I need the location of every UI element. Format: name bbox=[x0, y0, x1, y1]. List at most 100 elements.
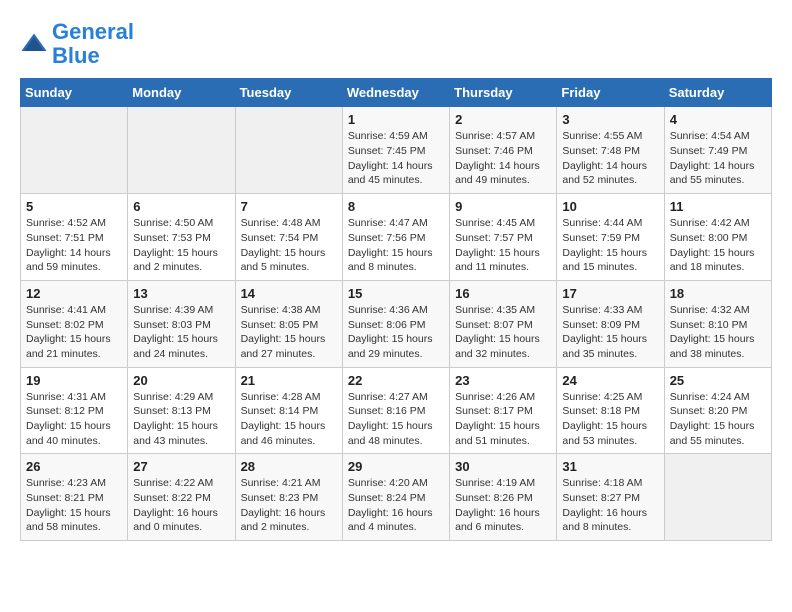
day-number: 16 bbox=[455, 286, 551, 301]
day-info: Sunrise: 4:27 AM Sunset: 8:16 PM Dayligh… bbox=[348, 390, 444, 449]
day-number: 19 bbox=[26, 373, 122, 388]
day-number: 10 bbox=[562, 199, 658, 214]
day-info: Sunrise: 4:57 AM Sunset: 7:46 PM Dayligh… bbox=[455, 129, 551, 188]
day-number: 4 bbox=[670, 112, 766, 127]
calendar-cell: 23 Sunrise: 4:26 AM Sunset: 8:17 PM Dayli… bbox=[450, 367, 557, 454]
day-number: 29 bbox=[348, 459, 444, 474]
day-info: Sunrise: 4:50 AM Sunset: 7:53 PM Dayligh… bbox=[133, 216, 229, 275]
day-number: 28 bbox=[241, 459, 337, 474]
calendar-cell: 20 Sunrise: 4:29 AM Sunset: 8:13 PM Dayli… bbox=[128, 367, 235, 454]
calendar-cell: 24 Sunrise: 4:25 AM Sunset: 8:18 PM Dayli… bbox=[557, 367, 664, 454]
day-info: Sunrise: 4:28 AM Sunset: 8:14 PM Dayligh… bbox=[241, 390, 337, 449]
calendar-cell bbox=[128, 107, 235, 194]
day-info: Sunrise: 4:29 AM Sunset: 8:13 PM Dayligh… bbox=[133, 390, 229, 449]
day-info: Sunrise: 4:55 AM Sunset: 7:48 PM Dayligh… bbox=[562, 129, 658, 188]
day-number: 14 bbox=[241, 286, 337, 301]
day-info: Sunrise: 4:21 AM Sunset: 8:23 PM Dayligh… bbox=[241, 476, 337, 535]
day-info: Sunrise: 4:23 AM Sunset: 8:21 PM Dayligh… bbox=[26, 476, 122, 535]
day-number: 5 bbox=[26, 199, 122, 214]
day-number: 3 bbox=[562, 112, 658, 127]
weekday-header-saturday: Saturday bbox=[664, 79, 771, 107]
day-info: Sunrise: 4:31 AM Sunset: 8:12 PM Dayligh… bbox=[26, 390, 122, 449]
calendar-cell: 16 Sunrise: 4:35 AM Sunset: 8:07 PM Dayli… bbox=[450, 280, 557, 367]
calendar-cell: 7Sunrise: 4:48 AM Sunset: 7:54 PM Daylig… bbox=[235, 194, 342, 281]
day-info: Sunrise: 4:26 AM Sunset: 8:17 PM Dayligh… bbox=[455, 390, 551, 449]
calendar-cell: 22 Sunrise: 4:27 AM Sunset: 8:16 PM Dayli… bbox=[342, 367, 449, 454]
calendar-week-3: 12Sunrise: 4:41 AM Sunset: 8:02 PM Dayli… bbox=[21, 280, 772, 367]
calendar-cell: 21 Sunrise: 4:28 AM Sunset: 8:14 PM Dayli… bbox=[235, 367, 342, 454]
calendar-cell bbox=[664, 454, 771, 541]
calendar-cell: 30 Sunrise: 4:19 AM Sunset: 8:26 PM Dayli… bbox=[450, 454, 557, 541]
day-info: Sunrise: 4:33 AM Sunset: 8:09 PM Dayligh… bbox=[562, 303, 658, 362]
day-number: 8 bbox=[348, 199, 444, 214]
calendar-week-5: 26 Sunrise: 4:23 AM Sunset: 8:21 PM Dayli… bbox=[21, 454, 772, 541]
calendar-header: SundayMondayTuesdayWednesdayThursdayFrid… bbox=[21, 79, 772, 107]
day-info: Sunrise: 4:32 AM Sunset: 8:10 PM Dayligh… bbox=[670, 303, 766, 362]
calendar-cell: 13 Sunrise: 4:39 AM Sunset: 8:03 PM Dayli… bbox=[128, 280, 235, 367]
day-number: 21 bbox=[241, 373, 337, 388]
day-info: Sunrise: 4:38 AM Sunset: 8:05 PM Dayligh… bbox=[241, 303, 337, 362]
calendar-cell: 9Sunrise: 4:45 AM Sunset: 7:57 PM Daylig… bbox=[450, 194, 557, 281]
calendar-week-2: 5 Sunrise: 4:52 AM Sunset: 7:51 PM Daylig… bbox=[21, 194, 772, 281]
weekday-header-thursday: Thursday bbox=[450, 79, 557, 107]
page-header: GeneralBlue bbox=[20, 20, 772, 68]
calendar-cell: 6 Sunrise: 4:50 AM Sunset: 7:53 PM Daylig… bbox=[128, 194, 235, 281]
day-number: 24 bbox=[562, 373, 658, 388]
calendar-cell: 5 Sunrise: 4:52 AM Sunset: 7:51 PM Daylig… bbox=[21, 194, 128, 281]
day-info: Sunrise: 4:25 AM Sunset: 8:18 PM Dayligh… bbox=[562, 390, 658, 449]
calendar-cell bbox=[235, 107, 342, 194]
calendar-cell: 17 Sunrise: 4:33 AM Sunset: 8:09 PM Dayli… bbox=[557, 280, 664, 367]
logo-text: GeneralBlue bbox=[52, 20, 134, 68]
calendar-cell: 31 Sunrise: 4:18 AM Sunset: 8:27 PM Dayli… bbox=[557, 454, 664, 541]
day-number: 26 bbox=[26, 459, 122, 474]
calendar-cell: 26 Sunrise: 4:23 AM Sunset: 8:21 PM Dayli… bbox=[21, 454, 128, 541]
day-number: 25 bbox=[670, 373, 766, 388]
day-number: 13 bbox=[133, 286, 229, 301]
calendar-cell bbox=[21, 107, 128, 194]
calendar-cell: 2Sunrise: 4:57 AM Sunset: 7:46 PM Daylig… bbox=[450, 107, 557, 194]
calendar-week-1: 1Sunrise: 4:59 AM Sunset: 7:45 PM Daylig… bbox=[21, 107, 772, 194]
calendar-cell: 28 Sunrise: 4:21 AM Sunset: 8:23 PM Dayli… bbox=[235, 454, 342, 541]
day-number: 31 bbox=[562, 459, 658, 474]
calendar-cell: 12Sunrise: 4:41 AM Sunset: 8:02 PM Dayli… bbox=[21, 280, 128, 367]
weekday-header-wednesday: Wednesday bbox=[342, 79, 449, 107]
day-info: Sunrise: 4:20 AM Sunset: 8:24 PM Dayligh… bbox=[348, 476, 444, 535]
day-info: Sunrise: 4:54 AM Sunset: 7:49 PM Dayligh… bbox=[670, 129, 766, 188]
calendar-cell: 15 Sunrise: 4:36 AM Sunset: 8:06 PM Dayli… bbox=[342, 280, 449, 367]
calendar-cell: 8 Sunrise: 4:47 AM Sunset: 7:56 PM Daylig… bbox=[342, 194, 449, 281]
calendar-cell: 10 Sunrise: 4:44 AM Sunset: 7:59 PM Dayli… bbox=[557, 194, 664, 281]
logo: GeneralBlue bbox=[20, 20, 134, 68]
day-info: Sunrise: 4:22 AM Sunset: 8:22 PM Dayligh… bbox=[133, 476, 229, 535]
day-number: 22 bbox=[348, 373, 444, 388]
calendar-cell: 27Sunrise: 4:22 AM Sunset: 8:22 PM Dayli… bbox=[128, 454, 235, 541]
weekday-header-tuesday: Tuesday bbox=[235, 79, 342, 107]
weekday-header-friday: Friday bbox=[557, 79, 664, 107]
calendar-cell: 11Sunrise: 4:42 AM Sunset: 8:00 PM Dayli… bbox=[664, 194, 771, 281]
day-number: 6 bbox=[133, 199, 229, 214]
day-info: Sunrise: 4:18 AM Sunset: 8:27 PM Dayligh… bbox=[562, 476, 658, 535]
weekday-header-row: SundayMondayTuesdayWednesdayThursdayFrid… bbox=[21, 79, 772, 107]
logo-icon bbox=[20, 30, 48, 58]
day-info: Sunrise: 4:42 AM Sunset: 8:00 PM Dayligh… bbox=[670, 216, 766, 275]
day-number: 15 bbox=[348, 286, 444, 301]
day-info: Sunrise: 4:44 AM Sunset: 7:59 PM Dayligh… bbox=[562, 216, 658, 275]
weekday-header-sunday: Sunday bbox=[21, 79, 128, 107]
day-number: 23 bbox=[455, 373, 551, 388]
day-info: Sunrise: 4:39 AM Sunset: 8:03 PM Dayligh… bbox=[133, 303, 229, 362]
calendar-table: SundayMondayTuesdayWednesdayThursdayFrid… bbox=[20, 78, 772, 541]
day-info: Sunrise: 4:47 AM Sunset: 7:56 PM Dayligh… bbox=[348, 216, 444, 275]
day-info: Sunrise: 4:52 AM Sunset: 7:51 PM Dayligh… bbox=[26, 216, 122, 275]
day-info: Sunrise: 4:35 AM Sunset: 8:07 PM Dayligh… bbox=[455, 303, 551, 362]
day-info: Sunrise: 4:19 AM Sunset: 8:26 PM Dayligh… bbox=[455, 476, 551, 535]
calendar-cell: 18 Sunrise: 4:32 AM Sunset: 8:10 PM Dayli… bbox=[664, 280, 771, 367]
day-number: 7 bbox=[241, 199, 337, 214]
day-info: Sunrise: 4:36 AM Sunset: 8:06 PM Dayligh… bbox=[348, 303, 444, 362]
weekday-header-monday: Monday bbox=[128, 79, 235, 107]
calendar-body: 1Sunrise: 4:59 AM Sunset: 7:45 PM Daylig… bbox=[21, 107, 772, 541]
day-number: 30 bbox=[455, 459, 551, 474]
day-number: 17 bbox=[562, 286, 658, 301]
day-number: 20 bbox=[133, 373, 229, 388]
day-number: 18 bbox=[670, 286, 766, 301]
calendar-cell: 29 Sunrise: 4:20 AM Sunset: 8:24 PM Dayli… bbox=[342, 454, 449, 541]
calendar-cell: 3 Sunrise: 4:55 AM Sunset: 7:48 PM Daylig… bbox=[557, 107, 664, 194]
